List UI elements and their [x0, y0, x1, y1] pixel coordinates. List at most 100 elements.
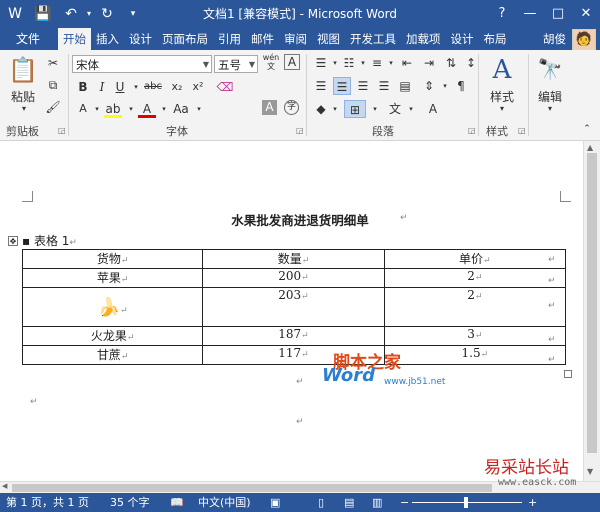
text-direction-dropdown-icon[interactable]: ▾: [402, 100, 420, 118]
tab-file[interactable]: 文件: [0, 28, 56, 50]
enclose-characters-icon[interactable]: 字: [284, 100, 299, 115]
table-cell[interactable]: 2↵: [383, 268, 567, 288]
tab-table-layout[interactable]: 布局: [479, 28, 512, 50]
scroll-up-icon[interactable]: ▲: [587, 143, 593, 152]
scrollbar-thumb[interactable]: [12, 484, 492, 492]
proofing-icon[interactable]: 📖: [170, 493, 184, 512]
font-dialog-launcher-icon[interactable]: ◲: [296, 126, 304, 135]
subscript-icon[interactable]: x₂: [168, 78, 186, 96]
scrollbar-thumb[interactable]: [587, 153, 597, 453]
minimize-icon[interactable]: —: [516, 0, 544, 28]
bold-icon[interactable]: B: [74, 78, 92, 96]
italic-icon[interactable]: I: [93, 78, 111, 96]
tab-addins[interactable]: 加载项: [401, 28, 446, 50]
styles-button[interactable]: 样式: [484, 88, 520, 105]
paragraph-dialog-launcher-icon[interactable]: ◲: [468, 126, 476, 135]
word-logo-icon[interactable]: W: [6, 5, 24, 23]
undo-icon[interactable]: ↶: [62, 5, 80, 23]
banana-image[interactable]: 🍌: [98, 297, 120, 318]
chinese-layout-icon[interactable]: ⇅: [442, 54, 460, 72]
table-cell[interactable]: 3↵: [383, 326, 567, 346]
justify-icon[interactable]: ☰: [375, 77, 393, 95]
tab-insert[interactable]: 插入: [91, 28, 124, 50]
table-cell[interactable]: 甘蔗↵: [21, 345, 204, 365]
fruit-table[interactable]: 货物↵ 数量↵ 单价↵ 苹果↵ 200↵ 2↵ 🍌↵ 203↵ 2↵ 火龙果↵ …: [21, 249, 567, 365]
shading-dropdown-icon[interactable]: ▾: [326, 100, 344, 118]
change-case-icon[interactable]: Aa: [170, 100, 192, 118]
clear-formatting-icon[interactable]: ⌫: [216, 78, 234, 96]
font-name-combo[interactable]: 宋体 ▼: [72, 55, 212, 73]
tab-mailings[interactable]: 邮件: [246, 28, 279, 50]
table-cell[interactable]: 200↵: [202, 268, 385, 288]
distributed-icon[interactable]: ▤: [396, 77, 414, 95]
character-border-icon[interactable]: A: [284, 54, 300, 70]
read-mode-icon[interactable]: ▯: [318, 493, 324, 512]
tab-review[interactable]: 审阅: [279, 28, 312, 50]
cut-icon[interactable]: ✂: [44, 54, 62, 72]
styles-dropdown-icon[interactable]: ▾: [494, 104, 510, 113]
macro-record-icon[interactable]: ▣: [270, 493, 280, 512]
close-icon[interactable]: ✕: [572, 0, 600, 28]
show-marks-icon[interactable]: ¶: [452, 77, 470, 95]
table-header-cell[interactable]: 货物↵: [21, 249, 204, 269]
avatar[interactable]: 🧑: [572, 29, 596, 51]
table-cell[interactable]: 187↵: [202, 326, 385, 346]
collapse-ribbon-icon[interactable]: ⌃: [580, 124, 594, 134]
asian-layout-icon[interactable]: A: [424, 100, 442, 118]
change-case-dropdown-icon[interactable]: ▾: [190, 100, 208, 118]
table-cell[interactable]: 火龙果↵: [21, 326, 204, 346]
editing-button[interactable]: 编辑: [534, 88, 566, 105]
zoom-slider-thumb[interactable]: [464, 497, 468, 508]
undo-dropdown-icon[interactable]: ▾: [80, 5, 98, 23]
superscript-icon[interactable]: x²: [189, 78, 207, 96]
customize-icon[interactable]: ▾: [124, 5, 142, 23]
help-icon[interactable]: ?: [488, 0, 516, 28]
font-size-combo[interactable]: 五号 ▼: [214, 55, 258, 73]
user-name[interactable]: 胡俊: [543, 28, 566, 50]
tab-design[interactable]: 设计: [124, 28, 157, 50]
table-cell[interactable]: 203↵: [202, 287, 385, 327]
paste-button[interactable]: 粘贴: [8, 88, 38, 105]
word-count[interactable]: 35 个字: [110, 493, 150, 512]
tab-references[interactable]: 引用: [213, 28, 246, 50]
table-cell[interactable]: 🍌↵: [21, 287, 204, 327]
tab-developer[interactable]: 开发工具: [345, 28, 401, 50]
scroll-left-icon[interactable]: ◀: [2, 482, 7, 490]
table-caption[interactable]: ▪ 表格 1↵: [22, 232, 77, 249]
scroll-down-icon[interactable]: ▼: [587, 467, 593, 476]
align-left-icon[interactable]: ☰: [312, 77, 330, 95]
vertical-scrollbar[interactable]: ▲ ▼: [583, 141, 600, 481]
increase-indent-icon[interactable]: ⇥: [420, 54, 438, 72]
copy-icon[interactable]: ⧉: [44, 76, 62, 94]
editing-dropdown-icon[interactable]: ▾: [542, 104, 558, 113]
table-cell[interactable]: 2↵: [383, 287, 567, 327]
page-count[interactable]: 第 1 页，共 1 页: [6, 493, 89, 512]
table-resize-handle-icon[interactable]: [564, 370, 572, 378]
tab-table-design[interactable]: 设计: [446, 28, 479, 50]
format-painter-icon[interactable]: 🖌: [44, 98, 62, 116]
character-shading-icon[interactable]: A: [262, 100, 277, 115]
tab-view[interactable]: 视图: [312, 28, 345, 50]
highlight-icon[interactable]: ab: [104, 100, 122, 118]
clipboard-dialog-launcher-icon[interactable]: ◲: [58, 126, 66, 135]
document-canvas[interactable]: 水果批发商进退货明细单 ↵ ✥ ▪ 表格 1↵ 货物↵ 数量↵ 单价↵ 苹果↵ …: [0, 141, 582, 481]
borders-dropdown-icon[interactable]: ▾: [366, 100, 384, 118]
table-move-handle-icon[interactable]: ✥: [8, 236, 18, 246]
strikethrough-icon[interactable]: abc: [142, 78, 164, 96]
decrease-indent-icon[interactable]: ⇤: [398, 54, 416, 72]
zoom-out-icon[interactable]: −: [400, 493, 409, 512]
table-cell[interactable]: 苹果↵: [21, 268, 204, 288]
font-color-icon[interactable]: A: [138, 100, 156, 118]
tab-page-layout[interactable]: 页面布局: [157, 28, 213, 50]
align-center-icon[interactable]: ☰: [333, 77, 351, 95]
styles-dialog-launcher-icon[interactable]: ◲: [518, 126, 526, 135]
paste-dropdown-icon[interactable]: ▾: [14, 104, 34, 113]
web-layout-icon[interactable]: ▥: [372, 493, 382, 512]
align-right-icon[interactable]: ☰: [354, 77, 372, 95]
language[interactable]: 中文(中国): [198, 493, 251, 512]
document-title[interactable]: 水果批发商进退货明细单: [200, 210, 400, 229]
tab-home[interactable]: 开始: [58, 28, 91, 50]
borders-icon[interactable]: ⊞: [344, 100, 366, 118]
table-header-cell[interactable]: 数量↵: [202, 249, 385, 269]
table-header-cell[interactable]: 单价↵: [383, 249, 567, 269]
